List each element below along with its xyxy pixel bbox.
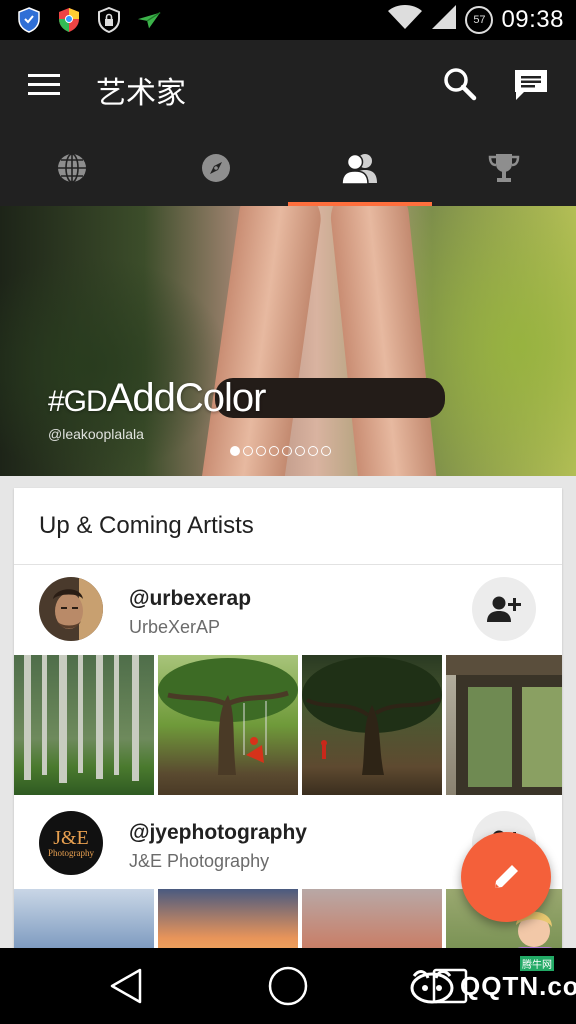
chrome-shield-icon — [56, 7, 82, 33]
carousel-dots — [230, 446, 331, 456]
battery-indicator: 57 — [465, 5, 494, 34]
artist-photo[interactable] — [14, 889, 154, 948]
lock-shield-icon — [96, 7, 122, 33]
artist-handle[interactable]: @urbexerap — [129, 587, 251, 611]
featured-banner[interactable]: #GDAddColor @leakooplalala — [0, 206, 576, 476]
trophy-icon — [488, 154, 520, 182]
carousel-dot[interactable] — [282, 446, 292, 456]
avatar-logo-subtext: Photography — [48, 848, 94, 858]
artist-row[interactable]: @urbexerap UrbeXerAP — [14, 565, 562, 655]
tab-discover[interactable] — [144, 130, 288, 206]
carousel-dot[interactable] — [256, 446, 266, 456]
home-icon[interactable] — [266, 964, 310, 1008]
add-person-icon — [487, 596, 521, 622]
artist-handle[interactable]: @jyephotography — [129, 821, 307, 845]
artist-name: J&E Photography — [129, 851, 270, 871]
avatar[interactable] — [39, 577, 103, 641]
artist-name: UrbeXerAP — [129, 617, 221, 637]
artist-photo-strip — [14, 655, 562, 795]
follow-button[interactable] — [472, 577, 536, 641]
watermark: QQTN.com 腾牛网 — [410, 956, 576, 1006]
status-bar: 57 09:38 — [0, 0, 576, 40]
compass-icon — [202, 154, 230, 182]
artist-photo[interactable] — [302, 889, 442, 948]
back-icon[interactable] — [104, 964, 148, 1008]
app-bar: 艺术家 — [0, 40, 576, 130]
artist-photo[interactable] — [302, 655, 442, 795]
globe-icon — [58, 153, 86, 183]
section-title: Up & Coming Artists — [39, 512, 254, 539]
clock: 09:38 — [501, 5, 564, 33]
artist-photo[interactable] — [14, 655, 154, 795]
artist-photo[interactable] — [158, 889, 298, 948]
watermark-text: QQTN.com — [460, 970, 576, 1001]
carousel-dot[interactable] — [308, 446, 318, 456]
paper-plane-icon — [136, 7, 162, 33]
chat-icon[interactable] — [512, 68, 550, 102]
wifi-icon — [387, 4, 423, 35]
avatar-logo-text: J&E — [53, 827, 89, 849]
tab-awards[interactable] — [432, 130, 576, 206]
artist-photo[interactable] — [158, 655, 298, 795]
watermark-logo — [410, 970, 454, 1004]
carousel-dot[interactable] — [269, 446, 279, 456]
shield-icon — [16, 7, 42, 33]
search-icon[interactable] — [442, 66, 478, 102]
compose-fab[interactable] — [461, 832, 551, 922]
watermark-subtext: 腾牛网 — [520, 956, 554, 971]
tab-artists[interactable] — [288, 130, 432, 206]
carousel-dot[interactable] — [243, 446, 253, 456]
page-title: 艺术家 — [96, 77, 186, 110]
banner-photo — [197, 206, 325, 476]
menu-icon[interactable] — [28, 72, 60, 98]
tab-explore[interactable] — [0, 130, 144, 206]
pencil-icon — [495, 865, 518, 888]
carousel-dot[interactable] — [321, 446, 331, 456]
card-header: Up & Coming Artists — [14, 488, 562, 565]
carousel-dot[interactable] — [295, 446, 305, 456]
banner-credit: @leakooplalala — [48, 426, 144, 442]
banner-hashtag: #GDAddColor — [48, 376, 266, 420]
avatar[interactable]: J&E Photography — [39, 811, 103, 875]
carousel-dot[interactable] — [230, 446, 240, 456]
people-icon — [341, 153, 377, 185]
tab-bar — [0, 130, 576, 206]
artist-photo[interactable] — [446, 655, 562, 795]
signal-icon — [431, 4, 457, 35]
